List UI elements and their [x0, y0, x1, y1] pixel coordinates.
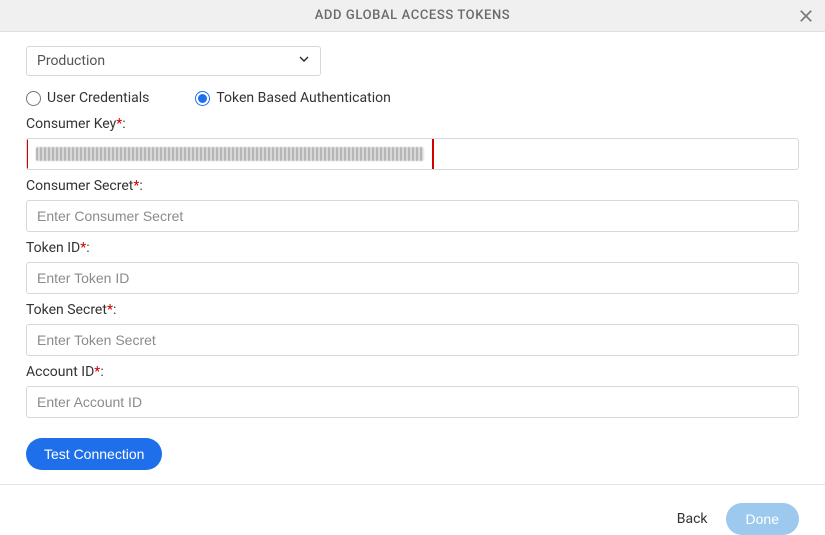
consumer-key-highlight — [26, 138, 434, 170]
dialog-title: ADD GLOBAL ACCESS TOKENS — [315, 8, 511, 23]
account-id-field: Account ID*: — [26, 364, 799, 418]
consumer-key-label-text: Consumer Key — [26, 116, 116, 132]
dialog-body: Production User Credentials Token Based … — [0, 32, 825, 470]
token-secret-label: Token Secret*: — [26, 302, 799, 318]
token-secret-field: Token Secret*: — [26, 302, 799, 356]
user-credentials-radio-input[interactable] — [26, 91, 41, 106]
token-id-input[interactable] — [26, 262, 799, 294]
token-based-radio[interactable]: Token Based Authentication — [195, 90, 390, 106]
chevron-down-icon — [296, 51, 312, 71]
label-colon: : — [86, 240, 89, 256]
user-credentials-radio[interactable]: User Credentials — [26, 90, 149, 106]
consumer-key-field: Consumer Key*: — [26, 116, 799, 170]
label-colon: : — [122, 116, 125, 132]
consumer-secret-input[interactable] — [26, 200, 799, 232]
redacted-value — [36, 147, 424, 161]
back-button[interactable]: Back — [677, 511, 708, 527]
token-secret-input[interactable] — [26, 324, 799, 356]
account-id-label: Account ID*: — [26, 364, 799, 380]
token-id-field: Token ID*: — [26, 240, 799, 294]
test-connection-button[interactable]: Test Connection — [26, 438, 162, 470]
consumer-key-input[interactable] — [26, 138, 799, 170]
environment-select[interactable]: Production — [26, 46, 321, 76]
consumer-secret-label: Consumer Secret*: — [26, 178, 799, 194]
label-colon: : — [113, 302, 116, 318]
label-colon: : — [100, 364, 103, 380]
account-id-label-text: Account ID — [26, 364, 94, 380]
label-colon: : — [139, 178, 142, 194]
consumer-secret-field: Consumer Secret*: — [26, 178, 799, 232]
dialog-header: ADD GLOBAL ACCESS TOKENS — [0, 0, 825, 32]
close-icon[interactable] — [797, 7, 815, 25]
dialog-footer: Back Done — [0, 484, 825, 535]
token-based-radio-input[interactable] — [195, 91, 210, 106]
token-id-label-text: Token ID — [26, 240, 80, 256]
consumer-key-label: Consumer Key*: — [26, 116, 799, 132]
auth-method-group: User Credentials Token Based Authenticat… — [26, 90, 799, 106]
consumer-secret-label-text: Consumer Secret — [26, 178, 133, 194]
environment-selected-value: Production — [37, 53, 105, 69]
token-id-label: Token ID*: — [26, 240, 799, 256]
done-button[interactable]: Done — [726, 503, 799, 535]
account-id-input[interactable] — [26, 386, 799, 418]
token-based-label: Token Based Authentication — [216, 90, 390, 106]
user-credentials-label: User Credentials — [47, 90, 149, 106]
token-secret-label-text: Token Secret — [26, 302, 107, 318]
